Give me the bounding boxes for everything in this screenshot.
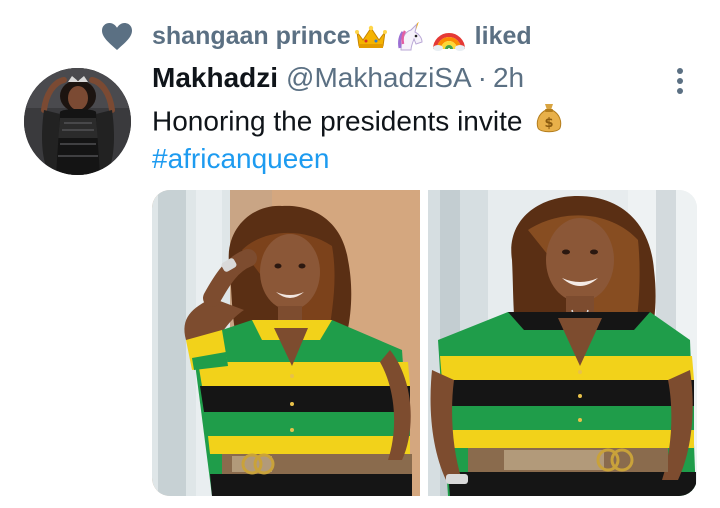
tweet-header: Makhadzi @MakhadziSA · 2h xyxy=(152,62,524,100)
tweet-photo[interactable] xyxy=(428,190,697,496)
tweet-card[interactable]: shangaan prince liked Makhadzi @Makhadzi… xyxy=(0,0,720,508)
timestamp[interactable]: 2h xyxy=(493,62,524,94)
liker-name[interactable]: shangaan prince xyxy=(152,22,351,50)
tweet-text: Honoring the presidents invite $ xyxy=(152,102,562,144)
hashtag-link[interactable]: #africanqueen xyxy=(152,140,329,178)
svg-text:$: $ xyxy=(545,116,554,131)
money-bag-emoji: $ xyxy=(536,102,562,144)
tweet-photo[interactable] xyxy=(152,190,420,496)
more-options-button[interactable] xyxy=(668,66,692,96)
user-handle[interactable]: @MakhadziSA xyxy=(286,62,472,94)
rainbow-emoji xyxy=(432,23,465,52)
social-context: shangaan prince liked xyxy=(102,20,532,54)
avatar[interactable] xyxy=(24,68,131,175)
liked-label: liked xyxy=(474,21,532,50)
crown-emoji xyxy=(354,24,387,50)
tweet-body: Honoring the presidents invite xyxy=(152,105,523,137)
unicorn-emoji xyxy=(395,22,425,52)
kebab-menu-icon xyxy=(677,68,683,94)
heart-icon xyxy=(102,23,132,51)
display-name[interactable]: Makhadzi xyxy=(152,62,278,94)
media-grid xyxy=(152,190,697,496)
separator-dot: · xyxy=(477,62,487,93)
